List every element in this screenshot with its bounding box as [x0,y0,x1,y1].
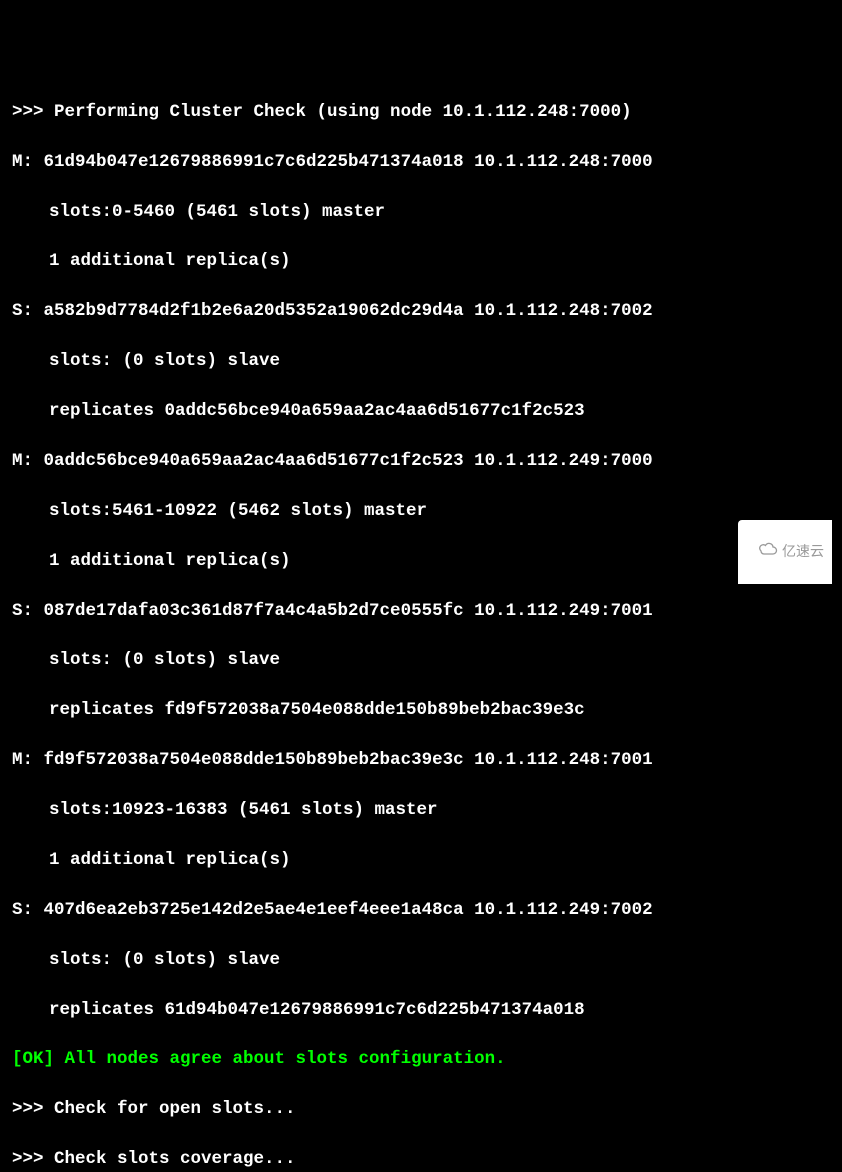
node-slots-line: slots:5461-10922 (5462 slots) master [0,499,842,524]
node-slots-line: slots: (0 slots) slave [0,349,842,374]
node-slots-line: slots:10923-16383 (5461 slots) master [0,798,842,823]
node-role-line: S: a582b9d7784d2f1b2e6a20d5352a19062dc29… [0,299,842,324]
node-extra-line: replicates 61d94b047e12679886991c7c6d225… [0,998,842,1023]
watermark-badge: 亿速云 [738,520,832,584]
node-slots-line: slots:0-5460 (5461 slots) master [0,200,842,225]
node-extra-line: 1 additional replica(s) [0,848,842,873]
check-open-slots: >>> Check for open slots... [0,1097,842,1122]
node-role-line: S: 087de17dafa03c361d87f7a4c4a5b2d7ce055… [0,599,842,624]
node-role-line: S: 407d6ea2eb3725e142d2e5ae4e1eef4eee1a4… [0,898,842,923]
ok-nodes-agree: [OK] All nodes agree about slots configu… [0,1047,842,1072]
node-slots-line: slots: (0 slots) slave [0,948,842,973]
node-slots-line: slots: (0 slots) slave [0,648,842,673]
cloud-icon [742,522,778,582]
check-slots-coverage: >>> Check slots coverage... [0,1147,842,1172]
node-extra-line: replicates 0addc56bce940a659aa2ac4aa6d51… [0,399,842,424]
node-role-line: M: 0addc56bce940a659aa2ac4aa6d51677c1f2c… [0,449,842,474]
node-role-line: M: 61d94b047e12679886991c7c6d225b471374a… [0,150,842,175]
node-role-line: M: fd9f572038a7504e088dde150b89beb2bac39… [0,748,842,773]
node-extra-line: 1 additional replica(s) [0,549,842,574]
cluster-check-header: >>> Performing Cluster Check (using node… [0,100,842,125]
node-extra-line: 1 additional replica(s) [0,249,842,274]
watermark-text: 亿速云 [782,542,824,562]
node-extra-line: replicates fd9f572038a7504e088dde150b89b… [0,698,842,723]
